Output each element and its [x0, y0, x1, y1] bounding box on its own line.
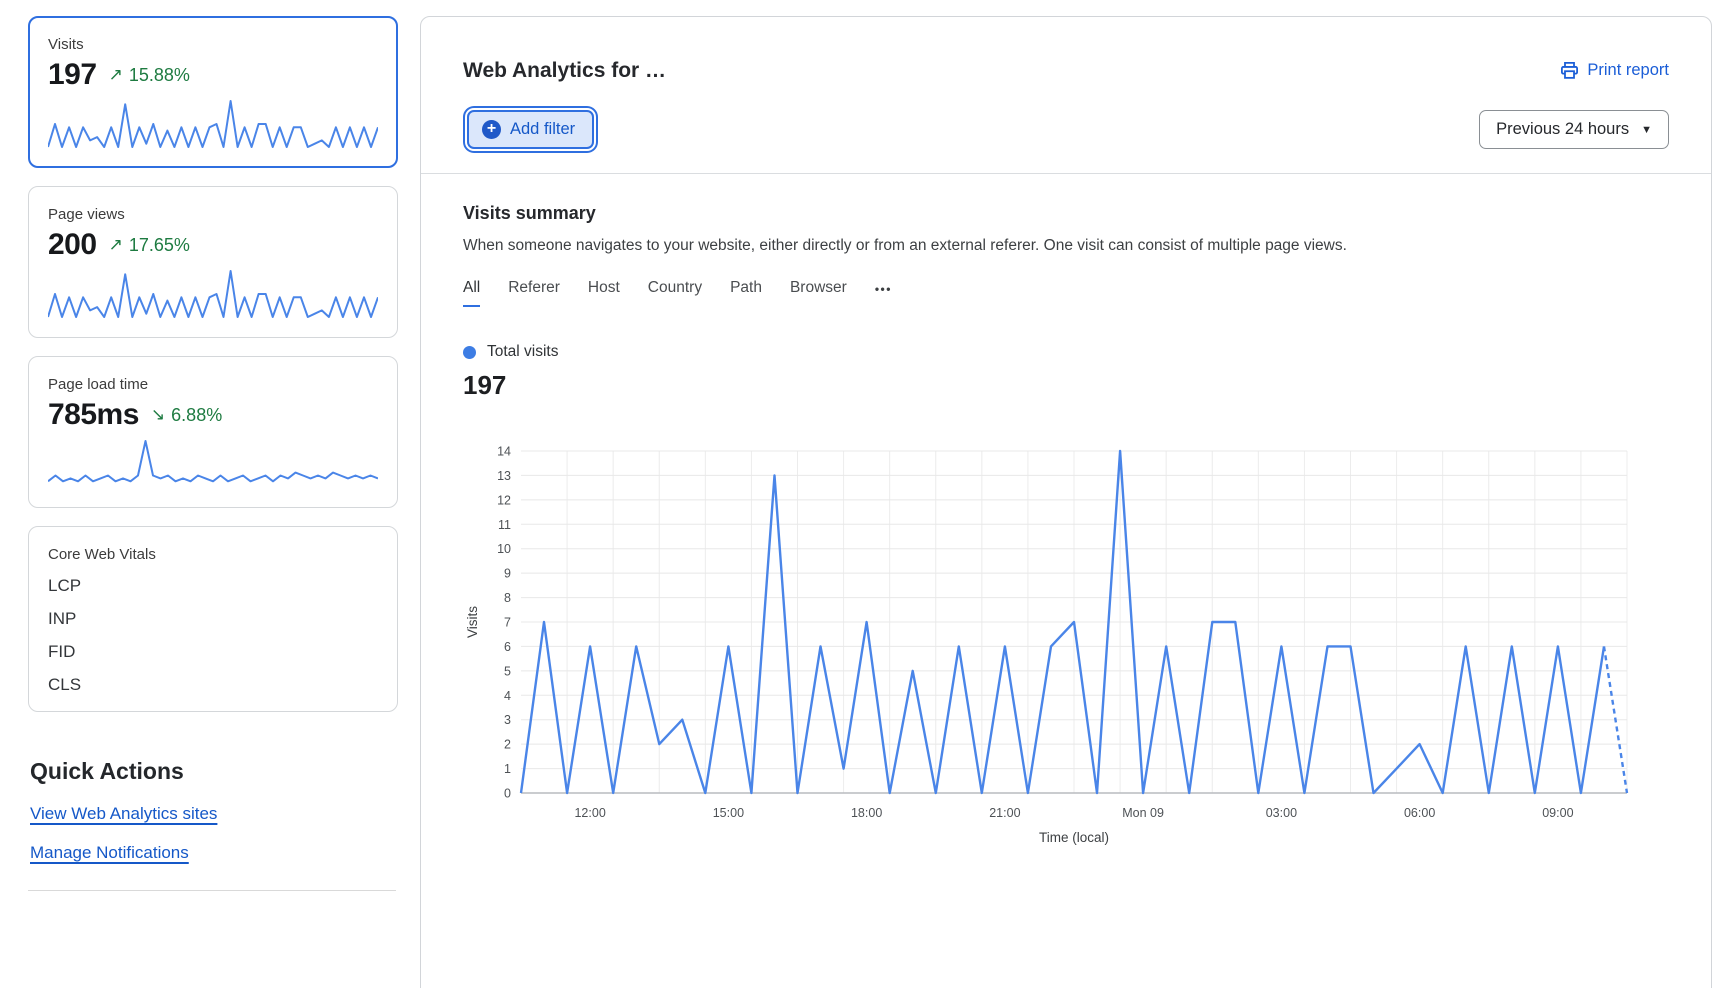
metric-delta-value: 6.88% [171, 405, 222, 426]
svg-text:21:00: 21:00 [989, 806, 1020, 820]
trend-up-icon: ↗ [109, 235, 123, 255]
svg-text:13: 13 [497, 469, 511, 483]
printer-icon [1560, 61, 1579, 80]
cwv-row-inp: INP [48, 609, 378, 629]
svg-text:8: 8 [504, 591, 511, 605]
cwv-label: FID [48, 642, 100, 662]
core-web-vitals-title: Core Web Vitals [48, 546, 378, 563]
svg-text:12:00: 12:00 [574, 806, 605, 820]
sidebar-divider [28, 890, 396, 891]
cwv-row-fid: FID [48, 642, 378, 662]
total-visits-value: 197 [463, 370, 1669, 401]
cwv-row-lcp: LCP [48, 576, 378, 596]
svg-text:03:00: 03:00 [1266, 806, 1297, 820]
svg-text:7: 7 [504, 616, 511, 630]
tab-all[interactable]: All [463, 279, 480, 307]
svg-text:9: 9 [504, 567, 511, 581]
svg-text:0: 0 [504, 787, 511, 801]
tab-referer[interactable]: Referer [508, 279, 560, 307]
visits-sparkline [48, 98, 378, 150]
svg-text:06:00: 06:00 [1404, 806, 1435, 820]
metric-card-page-load-time[interactable]: Page load time 785ms ↘ 6.88% [28, 356, 398, 508]
legend-dot-icon [463, 346, 476, 359]
analytics-main-panel: Web Analytics for … Print report + Add f… [420, 16, 1712, 988]
tab-country[interactable]: Country [648, 279, 702, 307]
page-views-sparkline [48, 268, 378, 320]
chevron-down-icon: ▼ [1641, 124, 1652, 136]
tab-browser[interactable]: Browser [790, 279, 847, 307]
web-analytics-page: Visits 197 ↗ 15.88% Page views 200 ↗ 17.… [0, 0, 1730, 988]
cwv-label: CLS [48, 675, 100, 695]
svg-text:12: 12 [497, 493, 511, 507]
time-range-label: Previous 24 hours [1496, 120, 1629, 139]
visits-line-chart: 0123456789101112131412:0015:0018:0021:00… [463, 443, 1671, 851]
plus-icon: + [482, 120, 501, 139]
legend-label: Total visits [487, 343, 559, 361]
metric-label: Visits [48, 36, 378, 53]
page-title: Web Analytics for … [463, 59, 666, 83]
add-filter-label: Add filter [510, 120, 575, 139]
metric-value: 200 [48, 228, 97, 262]
metric-label: Page views [48, 206, 378, 223]
metric-delta-value: 15.88% [129, 65, 190, 86]
visits-summary-description: When someone navigates to your website, … [463, 237, 1669, 255]
svg-text:1: 1 [504, 762, 511, 776]
metric-delta-value: 17.65% [129, 235, 190, 256]
svg-text:4: 4 [504, 689, 511, 703]
svg-text:Mon 09: Mon 09 [1122, 806, 1164, 820]
view-web-analytics-sites-link[interactable]: View Web Analytics sites [30, 804, 217, 824]
svg-text:6: 6 [504, 640, 511, 654]
svg-text:Time (local): Time (local) [1039, 830, 1109, 845]
metric-delta: ↗ 15.88% [109, 65, 190, 86]
visits-summary-heading: Visits summary [463, 203, 1669, 224]
svg-text:10: 10 [497, 542, 511, 556]
manage-notifications-link[interactable]: Manage Notifications [30, 843, 189, 863]
svg-text:18:00: 18:00 [851, 806, 882, 820]
metric-value: 785ms [48, 398, 139, 432]
time-range-dropdown[interactable]: Previous 24 hours ▼ [1479, 110, 1669, 149]
svg-text:14: 14 [497, 445, 511, 459]
cwv-label: INP [48, 609, 100, 629]
metric-value: 197 [48, 58, 97, 92]
dimension-tabs: All Referer Host Country Path Browser ••… [463, 279, 1669, 307]
metric-delta: ↘ 6.88% [151, 405, 222, 426]
metric-card-visits[interactable]: Visits 197 ↗ 15.88% [28, 16, 398, 168]
svg-text:11: 11 [498, 518, 511, 532]
svg-text:15:00: 15:00 [713, 806, 744, 820]
quick-actions-heading: Quick Actions [30, 758, 398, 785]
svg-text:5: 5 [504, 664, 511, 678]
tab-path[interactable]: Path [730, 279, 762, 307]
add-filter-button[interactable]: + Add filter [467, 110, 594, 149]
svg-text:Visits: Visits [465, 606, 480, 638]
trend-up-icon: ↗ [109, 65, 123, 85]
core-web-vitals-card: Core Web Vitals LCP INP FID CLS [28, 526, 398, 712]
svg-text:3: 3 [504, 713, 511, 727]
cwv-row-cls: CLS [48, 675, 378, 695]
tab-host[interactable]: Host [588, 279, 620, 307]
svg-text:2: 2 [504, 738, 511, 752]
more-tabs-ellipsis-icon[interactable]: ••• [875, 282, 892, 304]
metric-delta: ↗ 17.65% [109, 235, 190, 256]
metric-card-page-views[interactable]: Page views 200 ↗ 17.65% [28, 186, 398, 338]
trend-down-icon: ↘ [151, 405, 165, 425]
svg-text:09:00: 09:00 [1542, 806, 1573, 820]
metric-label: Page load time [48, 376, 378, 393]
print-report-label: Print report [1587, 61, 1669, 80]
print-report-link[interactable]: Print report [1560, 61, 1669, 80]
cwv-label: LCP [48, 576, 100, 596]
page-load-sparkline [48, 438, 378, 490]
chart-legend: Total visits [463, 343, 1669, 361]
header-divider [421, 173, 1711, 174]
metrics-sidebar: Visits 197 ↗ 15.88% Page views 200 ↗ 17.… [28, 16, 398, 891]
